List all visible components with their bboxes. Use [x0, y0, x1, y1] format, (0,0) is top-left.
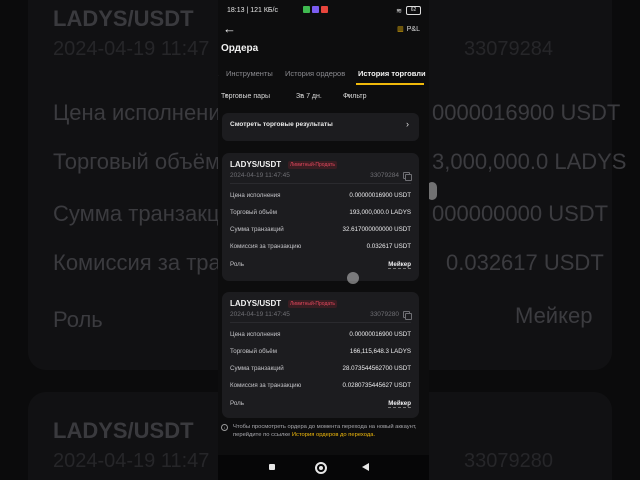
row-label: Роль [230, 261, 244, 268]
app-notification-icon [303, 6, 310, 13]
home-icon[interactable] [315, 462, 327, 474]
row-label: Цена исполнения [230, 192, 281, 199]
view-trade-results-label: Смотреть торговые результаты [230, 121, 333, 128]
bg-label-4: Комиссия за тран [53, 250, 233, 275]
wifi-icon: ≋ [396, 7, 402, 15]
trade-row-fee: Комиссия за транзакцию 0.032617 USDT [230, 243, 411, 253]
trade-row-total: Сумма транзакций 28.073544562700 USDT [230, 365, 411, 375]
phone-screen: 18:13 | 121 КБ/с ≋ 62 ← ▥ P&L Ордера а И… [218, 0, 429, 480]
battery-icon: 62 [406, 6, 421, 15]
bg-date-2: 2024-04-19 11:47 [53, 450, 210, 472]
migration-note-text: Чтобы просмотреть ордера до момента пере… [233, 423, 419, 439]
bg-value-3: 000000000 USDT [432, 201, 609, 226]
copy-icon[interactable] [403, 172, 412, 181]
tab-trade-history[interactable]: История торговли [358, 69, 426, 78]
copy-icon[interactable] [403, 311, 412, 320]
back-arrow-icon[interactable]: ← [223, 22, 237, 36]
tab-order-history[interactable]: История ордеров [285, 69, 345, 78]
view-trade-results[interactable]: Смотреть торговые результаты › [222, 113, 419, 141]
trade-pair: LADYS/USDT [230, 160, 282, 169]
trade-order-id: 33079284 [370, 172, 399, 179]
bg-label-2: Торговый объём [53, 149, 221, 174]
bg-label-1: Цена исполнения [53, 100, 233, 125]
row-value: 193,000,000.0 LADYS [349, 209, 411, 216]
bg-value-4: 0.032617 USDT [446, 250, 604, 275]
bg-value-2: 3,000,000.0 LADYS [432, 149, 627, 174]
row-value: 0.032617 USDT [366, 243, 411, 250]
trade-row-price: Цена исполнения 0.00000016900 USDT [230, 192, 411, 202]
android-nav-bar [218, 455, 429, 480]
row-label: Торговый объём [230, 348, 277, 355]
trade-type-badge: Лимитный-Продать [288, 300, 337, 308]
chevron-right-icon: › [406, 119, 409, 129]
status-bar: 18:13 | 121 КБ/с ≋ 62 [218, 0, 429, 20]
trade-row-volume: Торговый объём 166,115,648.3 LADYS [230, 348, 411, 358]
chevron-down-icon: ▼ [346, 93, 351, 99]
trade-card[interactable]: LADYS/USDT Лимитный-Продать 2024-04-19 1… [222, 153, 419, 281]
divider [230, 322, 411, 323]
row-label: Роль [230, 400, 244, 407]
tab-instruments[interactable]: Инструменты [226, 69, 273, 78]
trade-pair: LADYS/USDT [230, 299, 282, 308]
trade-row-price: Цена исполнения 0.00000016900 USDT [230, 331, 411, 341]
trade-type-badge: Лимитный-Продать [288, 161, 337, 169]
back-triangle-icon[interactable] [362, 463, 369, 471]
row-label: Комиссия за транзакцию [230, 243, 302, 250]
bg-order-id-2: 33079280 [464, 450, 553, 472]
trade-order-id: 33079280 [370, 311, 399, 318]
info-icon: i [221, 424, 228, 431]
trade-date: 2024-04-19 11:47:45 [230, 172, 290, 179]
row-value: 0.00000016900 USDT [349, 192, 411, 199]
status-right: ≋ 62 [396, 6, 421, 15]
trade-card[interactable]: LADYS/USDT Лимитный-Продать 2024-04-19 1… [222, 292, 419, 418]
row-label: Цена исполнения [230, 331, 281, 338]
row-label: Комиссия за транзакцию [230, 382, 302, 389]
trade-row-role: Роль Мейкер [230, 400, 411, 410]
row-label: Торговый объём [230, 209, 277, 216]
row-label: Сумма транзакций [230, 365, 284, 372]
tab-bar: а Инструменты История ордеров История то… [218, 66, 429, 82]
role-value[interactable]: Мейкер [388, 261, 411, 269]
chevron-down-icon: ▼ [224, 93, 229, 99]
bg-order-id: 33079284 [464, 38, 553, 60]
divider [230, 183, 411, 184]
bg-pair: LADYS/USDT [53, 6, 194, 31]
pnl-label: P&L [406, 25, 420, 33]
trade-row-total: Сумма транзакций 32.617000000000 USDT [230, 226, 411, 236]
page-title: Ордера [221, 43, 259, 54]
role-value[interactable]: Мейкер [388, 400, 411, 408]
row-label: Сумма транзакций [230, 226, 284, 233]
row-value: 0.00000016900 USDT [349, 331, 411, 338]
pnl-button[interactable]: ▥ P&L [397, 25, 420, 34]
trade-row-role: Роль Мейкер [230, 261, 411, 271]
app-notification-icon [321, 6, 328, 13]
status-time: 18:13 | 121 КБ/с [227, 7, 278, 14]
chart-icon: ▥ [397, 26, 404, 33]
touch-indicator [347, 272, 359, 284]
trade-row-fee: Комиссия за транзакцию 0.0280735445627 US… [230, 382, 411, 392]
bg-value-5: Мейкер [515, 303, 593, 328]
trade-date: 2024-04-19 11:47:45 [230, 311, 290, 318]
active-tab-indicator [356, 83, 424, 85]
bg-pair-2: LADYS/USDT [53, 418, 194, 443]
bg-value-1: 0000016900 USDT [432, 100, 621, 125]
bg-label-3: Сумма транзакци [53, 201, 232, 226]
bg-date: 2024-04-19 11:47 [53, 38, 210, 60]
chevron-down-icon: ▼ [299, 93, 304, 99]
row-value: 32.617000000000 USDT [342, 226, 411, 233]
recent-apps-icon[interactable] [269, 464, 275, 470]
bg-label-5: Роль [53, 307, 103, 332]
notification-icons [303, 6, 328, 13]
trade-row-volume: Торговый объём 193,000,000.0 LADYS [230, 209, 411, 219]
app-notification-icon [312, 6, 319, 13]
row-value: 166,115,648.3 LADYS [349, 348, 411, 355]
row-value: 28.073544562700 USDT [342, 365, 411, 372]
row-value: 0.0280735445627 USDT [342, 382, 411, 389]
order-history-link[interactable]: История ордеров до перехода. [292, 432, 375, 438]
